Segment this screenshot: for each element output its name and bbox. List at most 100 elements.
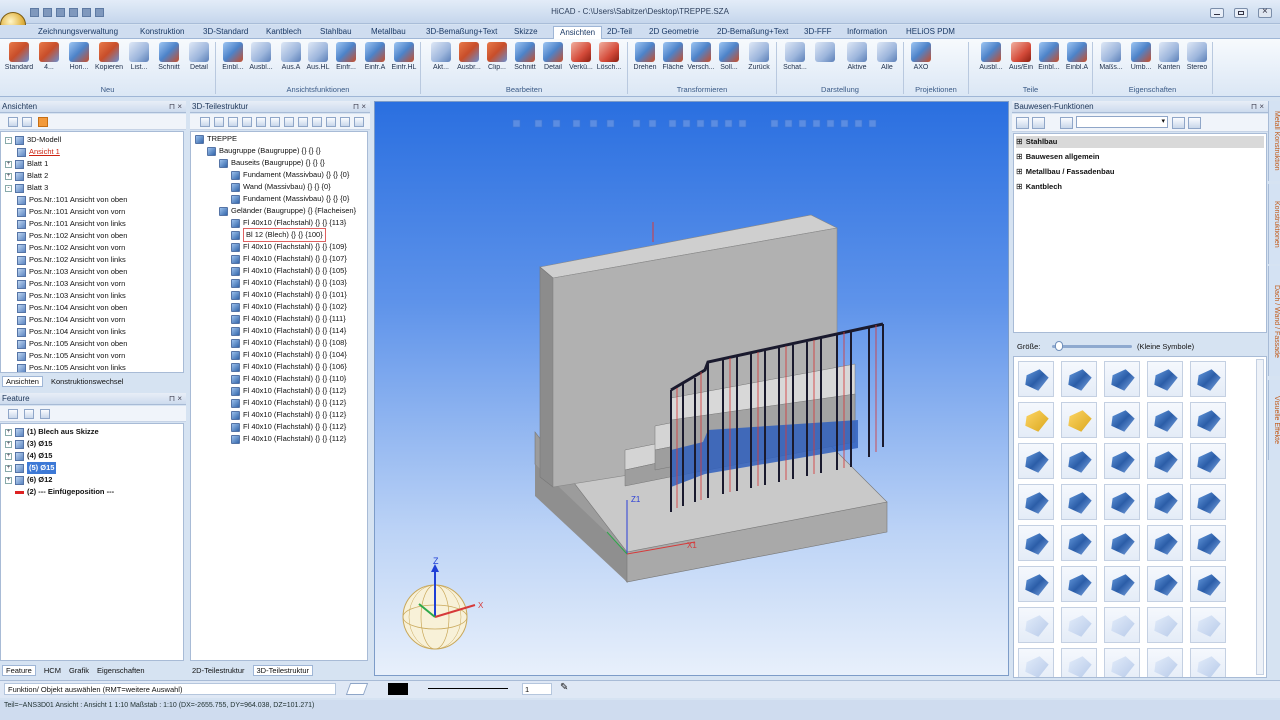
ribbon-button-6[interactable]: Detail (184, 42, 214, 71)
tool-icon[interactable] (284, 117, 294, 127)
palette-symbol-38[interactable] (1147, 648, 1183, 677)
size-slider-knob[interactable] (1055, 341, 1063, 351)
new-icon[interactable] (30, 8, 39, 17)
tree-row[interactable]: Pos.Nr.:102 Ansicht von oben (17, 230, 127, 242)
expand-toggle-icon[interactable]: + (5, 464, 12, 472)
tree-row[interactable]: Bauseits (Baugruppe) {} {} {} (219, 157, 325, 169)
tool-icon[interactable] (228, 117, 238, 127)
page-field[interactable]: 1 (522, 683, 552, 695)
tool-icon[interactable] (298, 117, 308, 127)
panel-tab[interactable]: 2D-Teilestruktur (192, 666, 245, 675)
orientation-globe[interactable]: Z X (402, 556, 484, 650)
tree-expand-icon[interactable] (8, 117, 18, 127)
tab-2d-bema-ung-text[interactable]: 2D-Bemaßung+Text (717, 27, 788, 36)
tab-kantblech[interactable]: Kantblech (266, 27, 302, 36)
tree-row[interactable]: Pos.Nr.:104 Ansicht von links (17, 326, 126, 338)
tree-row[interactable]: Fl 40x10 (Flachstahl) {} {} {104} (231, 349, 347, 361)
palette-symbol-32[interactable] (1104, 607, 1140, 643)
palette-symbol-7[interactable] (1104, 402, 1140, 438)
bauwesen-item[interactable]: ⊞ Stahlbau (1016, 136, 1264, 148)
tree-row[interactable]: Fl 40x10 (Flachstahl) {} {} {114} (231, 325, 346, 337)
panel-tab[interactable]: Feature (2, 665, 36, 676)
palette-symbol-19[interactable] (1190, 484, 1226, 520)
tree-row[interactable]: Fl 40x10 (Flachstahl) {} {} {107} (231, 253, 347, 265)
tree-row[interactable]: Fundament (Massivbau) {} {} {0} (231, 193, 349, 205)
tab-stahlbau[interactable]: Stahlbau (320, 27, 352, 36)
ribbon-button-38[interactable]: Stereo (1182, 42, 1212, 71)
ribbon-button-7[interactable]: Einbl... (218, 42, 248, 71)
panel-tab[interactable]: HCM (44, 666, 61, 675)
tree-row[interactable]: Fl 40x10 (Flachstahl) {} {} {110} (231, 373, 346, 385)
palette-symbol-6[interactable] (1061, 402, 1097, 438)
tree-row[interactable]: Baugruppe (Baugruppe) {} {} {} (207, 145, 321, 157)
expand-toggle-icon[interactable]: - (5, 136, 12, 144)
palette-symbol-21[interactable] (1061, 525, 1097, 561)
tool-icon[interactable] (312, 117, 322, 127)
bauwesen-tool-icon[interactable] (1032, 117, 1045, 129)
tab-ansichten[interactable]: Ansichten (553, 26, 603, 40)
expand-toggle-icon[interactable]: ⊞ (1016, 151, 1023, 163)
palette-symbol-14[interactable] (1190, 443, 1226, 479)
tool-icon[interactable] (326, 117, 336, 127)
tool-icon[interactable] (214, 117, 224, 127)
ribbon-button-31[interactable]: Ausbl... (976, 42, 1006, 71)
tool-icon[interactable] (256, 117, 266, 127)
panel-tab[interactable]: Konstruktionswechsel (51, 377, 124, 386)
tree-row[interactable]: Pos.Nr.:104 Ansicht von vorn (17, 314, 125, 326)
tree-row[interactable]: Fl 40x10 (Flachstahl) {} {} {112} (231, 421, 346, 433)
ribbon-button-36[interactable]: Umb... (1126, 42, 1156, 71)
tool-icon[interactable] (200, 117, 210, 127)
ribbon-button-10[interactable]: Aus.HL (303, 42, 333, 71)
pen-icon[interactable]: ✎ (560, 682, 568, 693)
sidetab-dach-wand-fassade[interactable]: Dach / Wand / Fassade (1268, 266, 1280, 376)
tree-row[interactable]: Fl 40x10 (Flachstahl) {} {} {103} (231, 277, 347, 289)
ribbon-button-29[interactable]: Alle (872, 42, 902, 71)
tab-2d-geometrie[interactable]: 2D Geometrie (649, 27, 699, 36)
sidetab-metall-konstruktion[interactable]: Metall Konstruktion (1268, 101, 1280, 181)
ribbon-button-30[interactable]: AXO (906, 42, 936, 71)
tree-row[interactable]: Pos.Nr.:102 Ansicht von links (17, 254, 126, 266)
bauwesen-dropdown[interactable]: ▾ (1076, 116, 1168, 128)
palette-symbol-4[interactable] (1190, 361, 1226, 397)
tree-row[interactable]: Pos.Nr.:105 Ansicht von links (17, 362, 126, 372)
tree-row[interactable]: Fl 40x10 (Flachstahl) {} {} {108} (231, 337, 347, 349)
palette-symbol-2[interactable] (1104, 361, 1140, 397)
expand-toggle-icon[interactable] (5, 488, 12, 496)
ribbon-button-37[interactable]: Kanten (1154, 42, 1184, 71)
minimize-button[interactable] (1210, 8, 1224, 18)
ribbon-button-32[interactable]: Aus/Ein (1006, 42, 1036, 71)
ribbon-button-8[interactable]: Ausbl... (246, 42, 276, 71)
expand-toggle-icon[interactable]: + (5, 452, 12, 460)
tool-icon[interactable] (340, 117, 350, 127)
command-prompt[interactable]: Funktion/ Objekt auswählen (RMT=weitere … (4, 683, 336, 695)
palette-symbol-27[interactable] (1104, 566, 1140, 602)
arrow-down-icon[interactable] (38, 117, 48, 127)
ribbon-button-22[interactable]: Fläche (658, 42, 688, 71)
ribbon-button-16[interactable]: Clip... (482, 42, 512, 71)
ribbon-button-14[interactable]: Akt... (426, 42, 456, 71)
palette-symbol-39[interactable] (1190, 648, 1226, 677)
palette-symbol-23[interactable] (1147, 525, 1183, 561)
bauwesen-item[interactable]: ⊞ Metallbau / Fassadenbau (1016, 166, 1264, 178)
ribbon-button-15[interactable]: Ausbr... (454, 42, 484, 71)
tree-row[interactable]: Fl 40x10 (Flachstahl) {} {} {112} (231, 385, 346, 397)
ribbon-button-35[interactable]: Maßs... (1096, 42, 1126, 71)
tab-3d-fff[interactable]: 3D-FFF (804, 27, 832, 36)
tree-row[interactable]: Ansicht 1 (17, 146, 60, 158)
tree-row[interactable]: + Blatt 2 (5, 170, 48, 182)
ribbon-button-9[interactable]: Aus.A (276, 42, 306, 71)
tree-row[interactable]: Bl 12 (Blech) {} {} {100} (231, 228, 326, 242)
expand-toggle-icon[interactable]: + (5, 428, 12, 436)
panel-tab[interactable]: Eigenschaften (97, 666, 145, 675)
tree-row[interactable]: Fl 40x10 (Flachstahl) {} {} {105} (231, 265, 347, 277)
feature-row[interactable]: + (3) Ø15 (5, 438, 52, 450)
ribbon-button-19[interactable]: Verkü... (566, 42, 596, 71)
tree-row[interactable]: Wand (Massivbau) {} {} {0} (231, 181, 331, 193)
palette-symbol-10[interactable] (1018, 443, 1054, 479)
palette-symbol-24[interactable] (1190, 525, 1226, 561)
panel-pin-close-icon[interactable]: ⊓ × (169, 393, 182, 404)
palette-symbol-17[interactable] (1104, 484, 1140, 520)
expand-toggle-icon[interactable]: ⊞ (1016, 181, 1023, 193)
ribbon-button-24[interactable]: Soll... (714, 42, 744, 71)
ribbon-button-12[interactable]: Einfr.A (360, 42, 390, 71)
